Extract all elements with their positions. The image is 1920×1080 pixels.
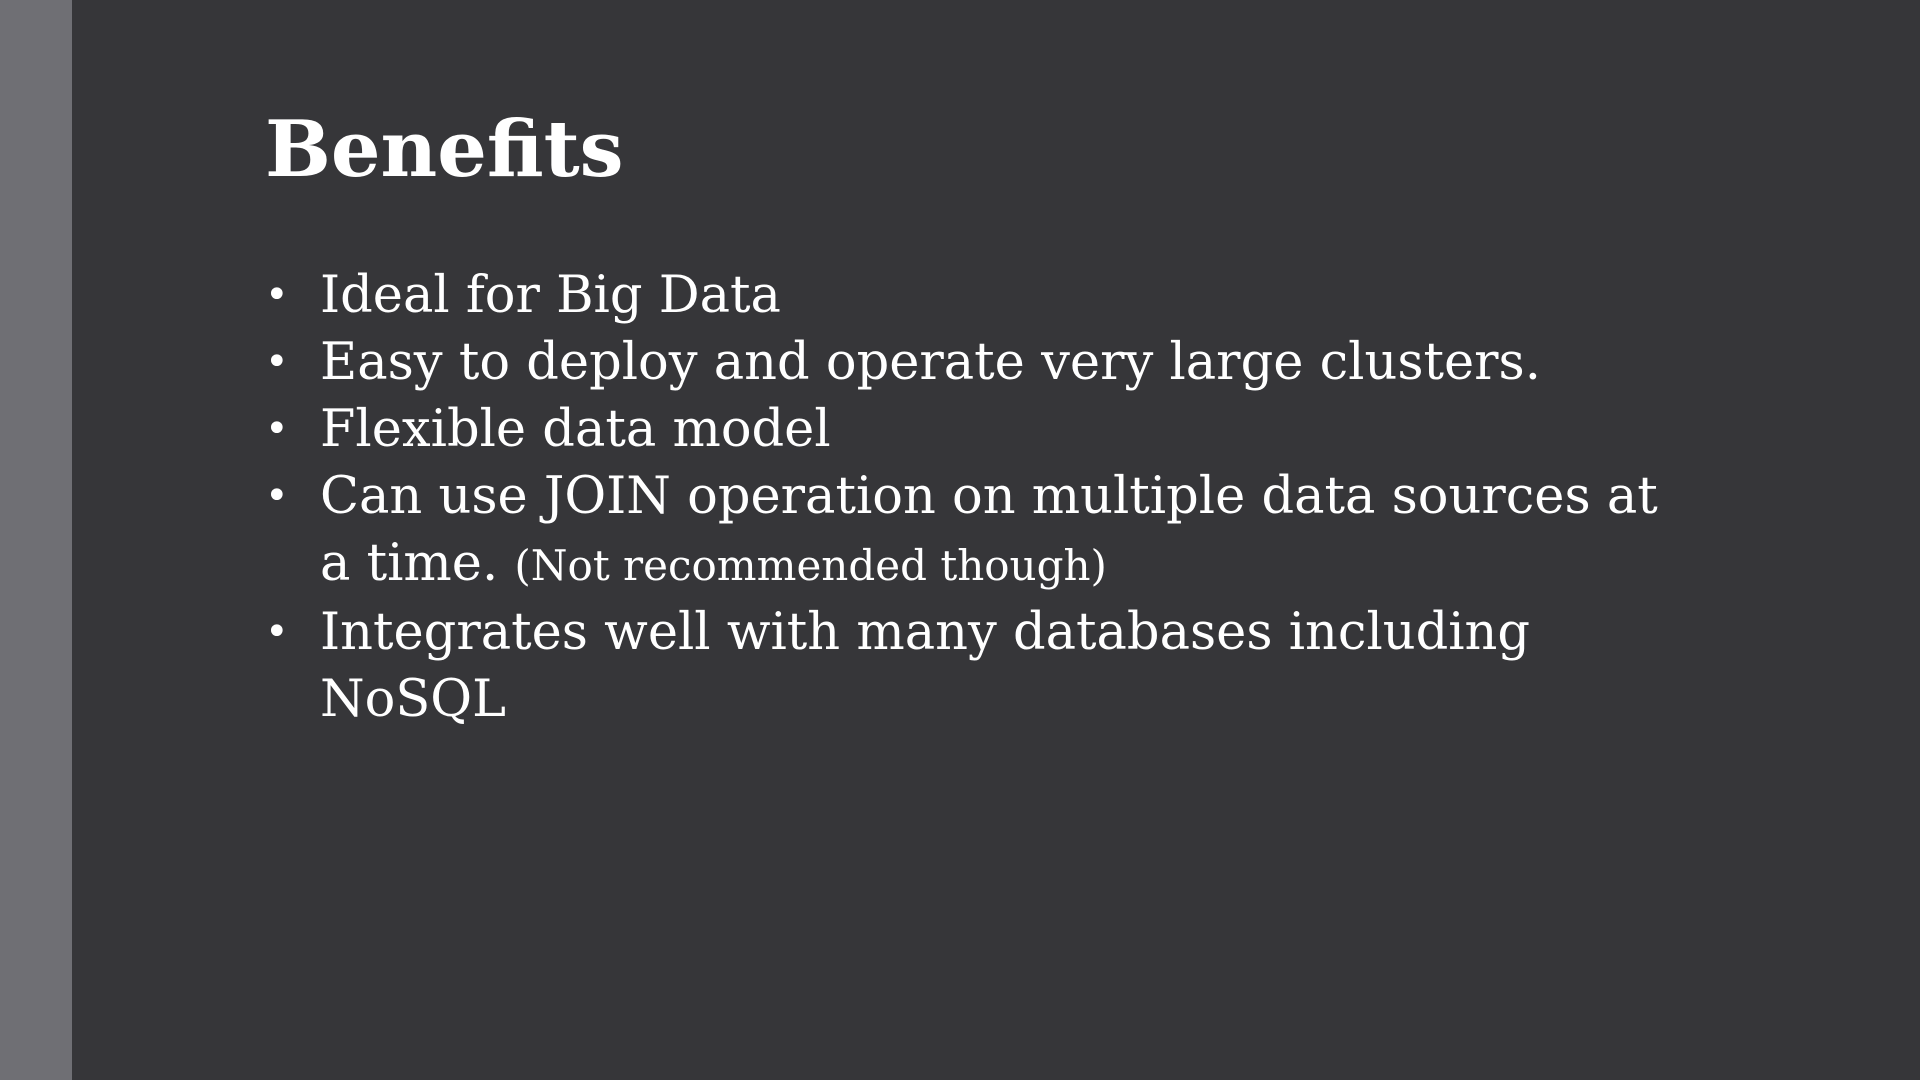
list-item: • Ideal for Big Data — [265, 262, 1665, 329]
list-item: • Flexible data model — [265, 396, 1665, 463]
bullet-text: Easy to deploy and operate very large cl… — [320, 333, 1541, 392]
bullet-text: Ideal for Big Data — [320, 266, 781, 325]
list-item: • Can use JOIN operation on multiple dat… — [265, 463, 1665, 599]
list-item: • Integrates well with many databases in… — [265, 599, 1665, 733]
side-accent-stripe — [0, 0, 72, 1080]
bullet-note: (Not recommended though) — [514, 541, 1107, 590]
bullet-text: Flexible data model — [320, 400, 831, 459]
slide: Benefits • Ideal for Big Data • Easy to … — [0, 0, 1920, 1080]
bullet-icon: • — [265, 406, 289, 452]
list-item: • Easy to deploy and operate very large … — [265, 329, 1665, 396]
bullet-icon: • — [265, 272, 289, 318]
bullet-icon: • — [265, 339, 289, 385]
bullet-icon: • — [265, 609, 289, 655]
benefits-list: • Ideal for Big Data • Easy to deploy an… — [265, 262, 1665, 733]
slide-title: Benefits — [265, 104, 624, 195]
bullet-icon: • — [265, 473, 289, 519]
bullet-text: Integrates well with many databases incl… — [320, 603, 1531, 729]
